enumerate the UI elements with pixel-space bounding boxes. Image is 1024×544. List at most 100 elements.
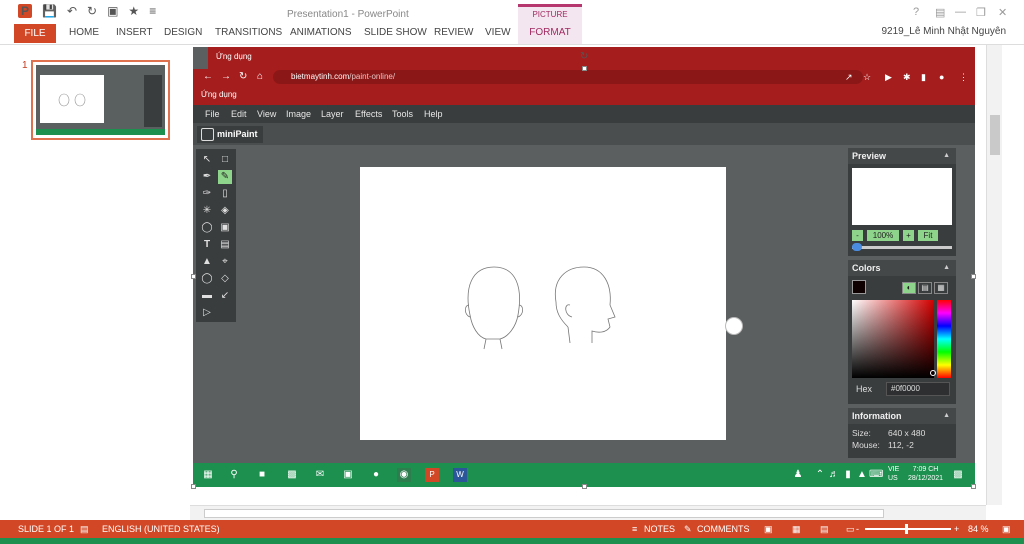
hue-slider[interactable] bbox=[937, 300, 951, 378]
normal-view-icon[interactable]: ▣ bbox=[764, 524, 773, 535]
colors-header[interactable]: Colors ▲ bbox=[848, 260, 956, 276]
gift-icon[interactable]: ▩ bbox=[285, 468, 299, 482]
save-icon[interactable]: 💾 bbox=[42, 4, 57, 18]
tab-animations[interactable]: ANIMATIONS bbox=[290, 27, 351, 38]
horizontal-scroll-thumb[interactable] bbox=[204, 509, 884, 518]
tab-design[interactable]: DESIGN bbox=[164, 27, 202, 38]
status-zoom-thumb[interactable] bbox=[905, 524, 908, 534]
clone-icon[interactable]: ▲ bbox=[200, 255, 214, 269]
tab-review[interactable]: REVIEW bbox=[434, 27, 473, 38]
input-language[interactable]: VIE US bbox=[888, 465, 899, 483]
close-button[interactable]: ✕ bbox=[998, 6, 1007, 19]
ribbon-display-icon[interactable]: ▤ bbox=[935, 6, 945, 19]
media-icon[interactable]: ▣ bbox=[218, 221, 232, 235]
language-status[interactable]: ENGLISH (UNITED STATES) bbox=[102, 524, 220, 534]
user-account[interactable]: 9219_Lê Minh Nhật Nguyên bbox=[881, 26, 1006, 37]
tab-slide-show[interactable]: SLIDE SHOW bbox=[364, 27, 427, 38]
menu-help[interactable]: Help bbox=[424, 109, 443, 119]
fit-slide-icon[interactable]: ▣ bbox=[1002, 524, 1011, 535]
extension-icon[interactable]: ▶ bbox=[885, 72, 892, 83]
status-zoom-in[interactable]: + bbox=[954, 524, 959, 534]
bookmark-apps-top[interactable]: Ứng dụng bbox=[216, 52, 252, 61]
rotate-handle-icon[interactable]: ↻ bbox=[580, 51, 588, 62]
share-icon[interactable]: ↗ bbox=[845, 72, 853, 83]
restore-button[interactable]: ❐ bbox=[976, 6, 986, 19]
zoom-value-button[interactable]: 100% bbox=[867, 230, 899, 241]
color-picker-cursor[interactable] bbox=[930, 370, 936, 376]
undo-icon[interactable]: ↶ bbox=[67, 4, 77, 18]
sharpen-icon[interactable]: ◇ bbox=[218, 272, 232, 286]
hex-input[interactable]: #0f0000 bbox=[886, 382, 950, 396]
pick-color-icon[interactable]: ✑ bbox=[200, 187, 214, 201]
bookmark-apps[interactable]: Ứng dụng bbox=[201, 90, 237, 99]
selected-color-swatch[interactable] bbox=[852, 280, 866, 294]
status-zoom-out[interactable]: - bbox=[856, 524, 859, 534]
notes-icon[interactable]: ≡ bbox=[632, 524, 637, 534]
selection-rect-icon[interactable]: □ bbox=[218, 153, 232, 167]
status-zoom-slider[interactable] bbox=[865, 528, 951, 530]
tab-view[interactable]: VIEW bbox=[485, 27, 511, 38]
minimize-button[interactable]: — bbox=[955, 6, 966, 18]
slideshow-view-icon[interactable]: ▭ bbox=[846, 524, 855, 535]
home-icon[interactable]: ⌂ bbox=[257, 71, 263, 82]
resize-handle-top[interactable] bbox=[582, 66, 587, 71]
information-header[interactable]: Information ▲ bbox=[848, 408, 956, 424]
resize-handle-right[interactable] bbox=[971, 274, 976, 279]
mail-icon[interactable]: ✉ bbox=[313, 468, 327, 482]
puzzle-icon[interactable]: ✱ bbox=[903, 72, 911, 83]
redo-icon[interactable]: ↻ bbox=[87, 4, 97, 18]
volume-icon[interactable]: ♬ bbox=[827, 468, 841, 482]
select-icon[interactable]: ↖ bbox=[200, 153, 214, 167]
zoom-in-button[interactable]: + bbox=[903, 230, 914, 241]
tab-insert[interactable]: INSERT bbox=[116, 27, 153, 38]
menu-edit[interactable]: Edit bbox=[231, 109, 247, 119]
blur-icon[interactable]: ◯ bbox=[200, 272, 214, 286]
people-icon[interactable]: ♟ bbox=[791, 468, 805, 482]
sidepanel-icon[interactable]: ▮ bbox=[921, 72, 926, 83]
battery-icon[interactable]: ▮ bbox=[841, 468, 855, 482]
preview-header[interactable]: Preview ▲ bbox=[848, 148, 956, 164]
tray-chevron-icon[interactable]: ⌃ bbox=[813, 468, 827, 482]
store-icon[interactable]: ▣ bbox=[341, 468, 355, 482]
bookmark-star-icon[interactable]: ☆ bbox=[863, 72, 871, 83]
start-from-beginning-icon[interactable]: ▣ bbox=[107, 4, 118, 18]
star-icon[interactable]: ★ bbox=[128, 4, 139, 18]
color-grid-icon[interactable]: ▦ bbox=[934, 282, 948, 294]
erase-icon[interactable]: ▯ bbox=[218, 187, 232, 201]
palette-icon[interactable]: ◐ bbox=[902, 282, 916, 294]
file-explorer-icon[interactable]: ■ bbox=[255, 468, 269, 482]
fill-icon[interactable]: ◈ bbox=[218, 204, 232, 218]
tab-file[interactable]: FILE bbox=[14, 24, 56, 43]
comments-button[interactable]: COMMENTS bbox=[697, 524, 750, 534]
animation-icon[interactable]: ▷ bbox=[200, 306, 214, 320]
menu-tools[interactable]: Tools bbox=[392, 109, 413, 119]
tab-transitions[interactable]: TRANSITIONS bbox=[215, 27, 282, 38]
brush-icon[interactable]: ✒ bbox=[200, 170, 214, 184]
profile-avatar[interactable]: ● bbox=[939, 72, 944, 82]
menu-file[interactable]: File bbox=[205, 109, 220, 119]
keyboard-icon[interactable]: ⌨ bbox=[869, 468, 883, 482]
address-bar[interactable]: bietmaytinh.com/paint-online/ bbox=[273, 70, 863, 84]
magic-wand-icon[interactable]: ✳ bbox=[200, 204, 214, 218]
network-icon[interactable]: ▲ bbox=[855, 468, 869, 482]
back-icon[interactable]: ← bbox=[203, 71, 213, 82]
collapse-icon[interactable]: ▲ bbox=[943, 148, 950, 164]
desaturate-icon[interactable]: ▬ bbox=[200, 289, 214, 303]
forward-icon[interactable]: → bbox=[221, 71, 231, 82]
pencil-icon[interactable]: ✎ bbox=[218, 170, 232, 184]
tab-home[interactable]: HOME bbox=[69, 27, 99, 38]
preview-thumbnail[interactable] bbox=[852, 168, 952, 225]
menu-layer[interactable]: Layer bbox=[321, 109, 344, 119]
customize-qat-icon[interactable]: ≡ bbox=[149, 4, 156, 18]
edge-icon[interactable]: ● bbox=[369, 468, 383, 482]
drawing-canvas[interactable] bbox=[360, 167, 726, 440]
zoom-slider[interactable] bbox=[852, 246, 952, 249]
help-icon[interactable]: ? bbox=[913, 6, 919, 18]
collapse-icon[interactable]: ▲ bbox=[943, 260, 950, 276]
browser-menu-icon[interactable]: ⋮ bbox=[959, 72, 968, 83]
notification-icon[interactable]: ▩ bbox=[951, 468, 965, 482]
color-picker-area[interactable] bbox=[852, 300, 934, 378]
horizontal-scrollbar[interactable] bbox=[190, 505, 986, 520]
word-taskbar-icon[interactable]: W bbox=[453, 468, 467, 482]
circle-shape[interactable] bbox=[725, 317, 743, 335]
